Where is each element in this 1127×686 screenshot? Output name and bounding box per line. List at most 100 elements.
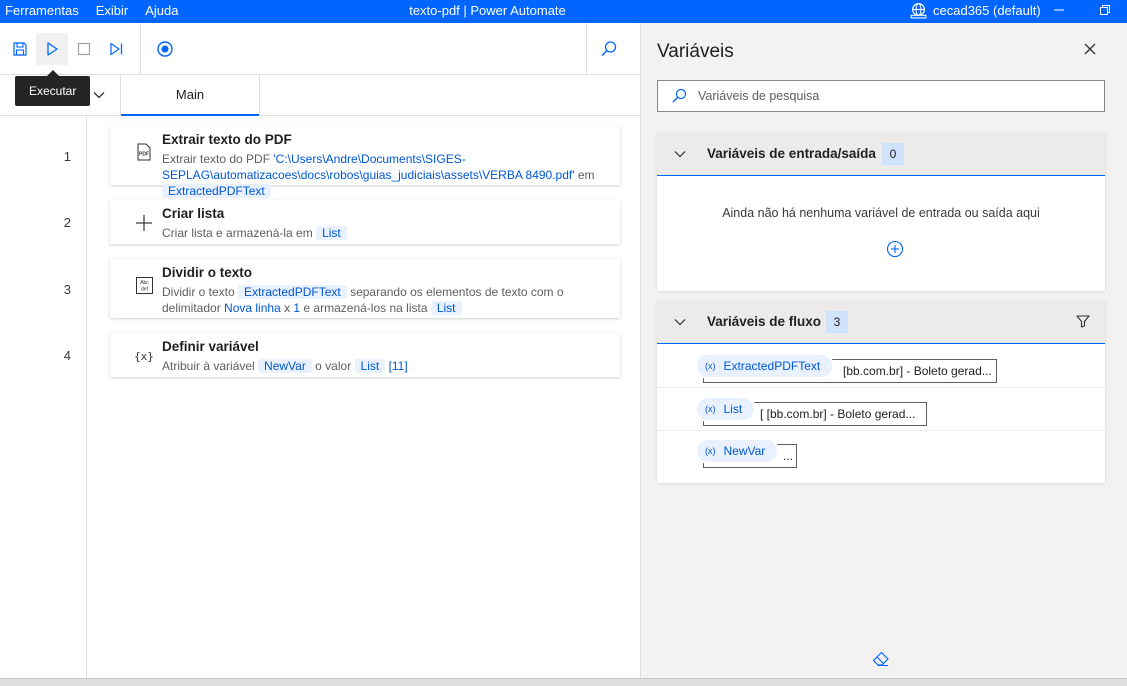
save-icon [13,42,27,56]
search-actions-button[interactable] [593,33,625,65]
variable-name: NewVar [723,444,766,458]
flow-count-badge: 3 [826,311,848,333]
variable-token: NewVar [258,359,312,373]
minimize-button[interactable] [1053,0,1065,23]
add-io-variable-button[interactable] [886,240,904,261]
action-description: Atribuir à variável NewVar o valor List … [162,358,612,374]
step-next-icon [110,42,123,56]
stop-button[interactable] [68,33,100,65]
restore-button[interactable] [1099,4,1111,19]
flow-variables-header[interactable]: Variáveis de fluxo 3 [657,301,1105,344]
toolbar-separator [586,23,587,75]
delimiter-value: Nova linha [224,301,281,315]
close-icon [1084,43,1096,55]
variable-chip[interactable]: (x) List [697,398,755,420]
line-number: 3 [63,282,71,297]
tab-main[interactable]: Main [120,75,260,116]
action-title: Criar lista [162,206,225,221]
status-bar [0,678,1127,686]
variable-chip[interactable]: (x) ExtractedPDFText [697,355,833,377]
list-index: [11] [388,359,408,373]
action-description: Dividir o texto ExtractedPDFText separan… [162,284,612,316]
line-number: 2 [63,215,71,230]
io-variables-header[interactable]: Variáveis de entrada/saída 0 [657,133,1105,176]
filter-variables-button[interactable] [1076,314,1090,331]
variables-pane: Variáveis Variáveis de entrada/saída 0 A… [641,23,1127,678]
line-number: 4 [63,348,71,363]
variable-token: List [430,301,462,315]
description-text: Atribuir à variável [162,359,259,373]
subflows-dropdown[interactable] [92,88,106,105]
flow-variable-row[interactable]: [ [bb.com.br] - Boleto gerad... (x) List [657,389,1105,431]
svg-text:Abc: Abc [140,280,149,286]
variable-name: List [723,402,743,416]
action-split-text[interactable]: Abc def Dividir o texto Dividir o texto E… [110,259,620,318]
toolbar-separator [140,23,141,75]
flow-designer-panel: Executar Main 1 2 3 4 PDF Extrair texto … [0,23,641,678]
variable-name: ExtractedPDFText [723,359,821,373]
run-tooltip: Executar [15,70,91,106]
action-set-variable[interactable]: {x} Definir variável Atribuir à variável… [110,333,620,377]
variables-pane-title: Variáveis [657,41,734,62]
split-text-icon: Abc def [134,275,154,295]
search-icon [672,88,687,103]
restore-icon [1100,5,1110,15]
run-button[interactable] [36,33,68,65]
environment-globe-icon [910,3,927,19]
play-icon [47,42,58,56]
clear-variables-button[interactable] [872,651,890,670]
description-text: Dividir o texto [162,285,239,299]
save-button[interactable] [4,33,36,65]
variable-x-icon: (x) [705,404,716,414]
variables-search-input[interactable] [698,89,1098,103]
variable-x-icon: (x) [705,446,716,456]
flow-variables-section: Variáveis de fluxo 3 [bb.com.br] - Bolet… [657,301,1105,483]
flow-variable-row[interactable]: [bb.com.br] - Boleto gerad... (x) Extract… [657,346,1105,388]
action-create-list[interactable]: Criar lista Criar lista e armazená-la em… [110,200,620,244]
chevron-down-icon [674,319,686,326]
variable-token: List [354,359,386,373]
description-text: x [280,301,294,315]
close-variables-pane-button[interactable] [1083,42,1097,59]
line-number: 1 [63,149,71,164]
pdf-file-icon: PDF [134,142,154,162]
variable-icon: {x} [134,346,154,366]
action-title: Definir variável [162,339,259,354]
action-description: Extrair texto do PDF 'C:\Users\Andre\Doc… [162,151,612,199]
filter-icon [1076,315,1090,328]
variables-search [657,80,1105,112]
variable-chip[interactable]: (x) NewVar [697,440,778,462]
description-text: o valor [311,359,355,373]
subflow-tabs: Main [0,75,640,116]
action-extract-pdf-text[interactable]: PDF Extrair texto do PDF Extrair texto d… [110,126,620,198]
collapse-io-section[interactable] [673,147,687,164]
line-number-gutter: 1 2 3 4 [0,116,87,678]
record-button[interactable] [149,33,181,65]
toolbar [0,23,640,75]
action-title: Extrair texto do PDF [162,132,292,147]
plus-icon [134,213,154,233]
chevron-down-icon [674,151,686,158]
variable-x-icon: (x) [705,361,716,371]
action-title: Dividir o texto [162,265,253,280]
flow-variable-row[interactable]: ... (x) NewVar [657,431,1105,473]
account-switcher[interactable]: cecad365 (default) [910,2,1041,19]
io-empty-message: Ainda não há nenhuma variável de entrada… [722,206,1040,220]
add-circle-icon [886,240,904,258]
svg-text:{x}: {x} [134,350,154,363]
run-next-action-button[interactable] [100,33,132,65]
minimize-icon [1054,9,1064,11]
flow-section-title: Variáveis de fluxo [707,314,822,329]
collapse-flow-section[interactable] [673,315,687,332]
svg-text:def: def [141,286,149,292]
io-section-title: Variáveis de entrada/saída [707,146,876,161]
svg-text:PDF: PDF [139,152,149,158]
action-description: Criar lista e armazená-la em List [162,225,612,241]
description-text: em [574,168,595,182]
description-text: Extrair texto do PDF [162,152,274,166]
account-name: cecad365 (default) [933,3,1041,18]
title-bar: Ferramentas Exibir Ajuda texto-pdf | Pow… [0,0,1127,23]
variable-token: ExtractedPDFText [162,184,271,198]
stop-icon [77,42,91,56]
record-icon [157,41,173,57]
